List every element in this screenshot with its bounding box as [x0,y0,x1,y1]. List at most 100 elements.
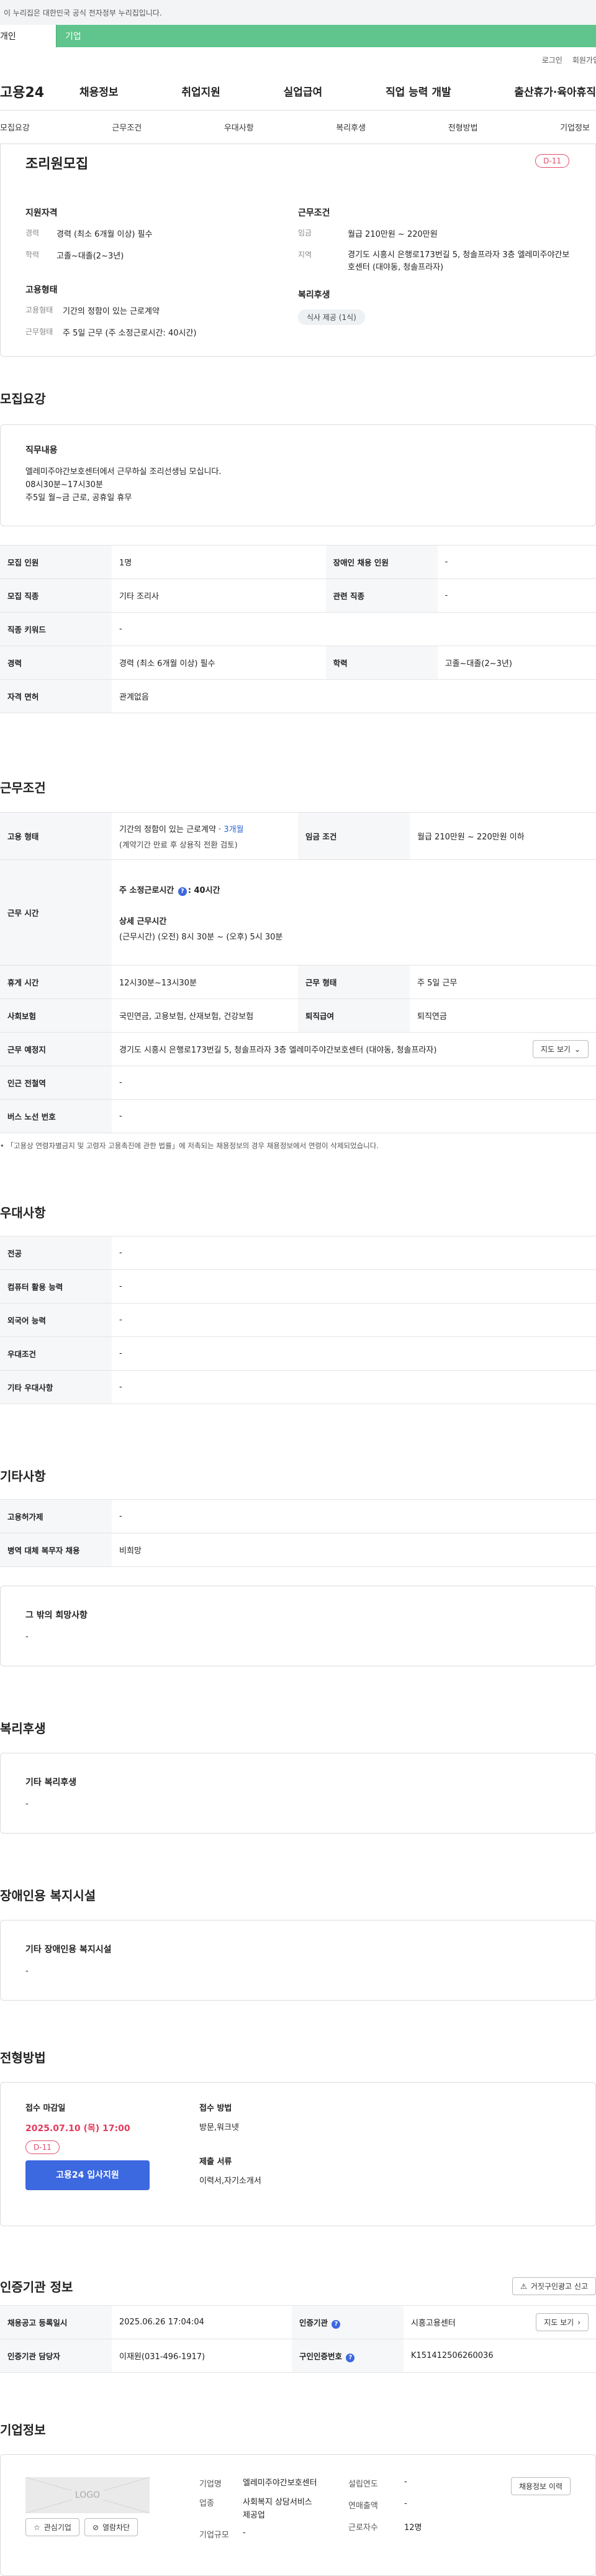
weekly-hours-label: 주 소정근로시간 [119,885,174,895]
cert-map-button[interactable]: 지도 보기 › [536,2313,589,2331]
row-label: 경력 [0,646,112,680]
signup-link[interactable]: 회원가입 [572,55,596,65]
recruit-title: 모집요강 [0,391,46,406]
help-icon[interactable]: ? [346,2353,355,2362]
row-label: 외국어 능력 [0,1303,112,1337]
anchor-process[interactable]: 전형방법 [448,121,478,133]
cond-heading: 근무조건 [298,208,330,218]
gnb-item-jobs[interactable]: 채용정보 [79,83,119,99]
row-value: - [112,1499,596,1533]
process-dday-badge: D-11 [25,2140,60,2154]
row-value: 이재원(031-496-1917) [112,2339,292,2373]
history-button[interactable]: 채용정보 이력 [510,2477,571,2495]
anchor-pref[interactable]: 우대사항 [224,121,254,133]
table-row: 고용허가제 - [0,1499,596,1533]
chevron-right-icon: › [577,2318,580,2327]
fav-company-button[interactable]: ☆ 관심기업 [25,2518,79,2536]
table-row: 버스 노선 번호 - [0,1099,596,1133]
row-value: 1명 [112,545,326,579]
cert-agency-value: 시흥고용센터 [411,2319,456,2328]
chevron-down-icon: ⌄ [574,1044,580,1054]
row-label: 채용공고 등록일시 [0,2305,112,2339]
gnb-item-leave[interactable]: 출산휴가·육아휴직 [514,83,596,99]
welfare-chip: 식사 제공 (1식) [298,309,365,325]
welfare-title: 복리후생 [0,1721,46,1736]
disability-box-heading: 기타 장애인용 복지시설 [25,1945,112,1955]
report-button[interactable]: ⚠ 거짓구인광고 신고 [512,2277,596,2295]
revenue-label: 연매출액 [348,2501,378,2511]
row-label: 우대조건 [0,1336,112,1371]
gnb-item-training[interactable]: 직업 능력 개발 [386,83,451,99]
cond-pay-label: 임금 [298,229,312,237]
age-note-text: 「고용상 연령차별금지 및 고령자 고용촉진에 관한 법률」에 저촉되는 채용정… [6,1141,379,1150]
gnb-item-benefits[interactable]: 실업급여 [284,83,323,99]
table-row: 우대조건 - [0,1336,596,1371]
qual-heading: 지원자격 [25,208,58,218]
revenue-value: - [404,2499,407,2508]
gov-banner-text: 이 누리집은 대한민국 공식 전자정부 누리집입니다. [4,8,162,17]
anchor-welfare[interactable]: 복리후생 [336,121,366,133]
row-label: 인근 전철역 [0,1066,112,1100]
cert-number-label: 구인인증번호 [299,2351,343,2361]
anchor-company[interactable]: 기업정보 [560,121,590,133]
row-value: - [437,545,596,579]
row-label: 인증기관 ? [292,2305,404,2339]
welfare-box-value: - [25,1799,29,1809]
qual-edu-value: 고졸~대졸(2~3년) [56,252,124,261]
qual-edu-label: 학력 [25,250,40,259]
job-desc-heading: 직무내용 [25,445,58,455]
row-label: 장애인 채용 인원 [325,545,438,579]
docs-value: 이력서,자기소개서 [199,2176,261,2186]
row-label: 전공 [0,1236,112,1270]
section-anchor-nav: 모집요강 근무조건 우대사항 복리후생 전형방법 기업정보 [0,111,596,144]
row-label: 근무 시간 [0,859,112,966]
row-value: 월급 210만원 ~ 220만원 이하 [410,812,596,860]
utility-links: 로그인 회원가입 [0,47,596,72]
company-logo: LOGO [25,2477,150,2513]
company-box: LOGO ☆ 관심기업 ⊘ 열람차단 기업명 엘레미주야간보호센터 업종 사회복지 상담… [0,2454,596,2576]
qual-career-label: 경력 [25,229,40,237]
anchor-work[interactable]: 근무조건 [112,121,142,133]
table-row: 근무 예정지 경기도 시흥시 은행로173번길 5, 청솔프라자 3층 엘레미주… [0,1032,596,1066]
row-value: 고졸~대졸(2~3년) [437,646,596,680]
row-label: 퇴직급여 [298,998,410,1033]
job-desc-box: 직무내용 엘레미주야간보호센터에서 근무하실 조리선생님 모십니다. 08시30… [0,424,596,526]
tab-personal[interactable]: 개인 [0,25,56,47]
block-icon: ⊘ [92,2523,99,2532]
row-label: 고용허가제 [0,1499,112,1533]
emp-form-label: 근무형태 [25,327,53,336]
row-value: - [112,1099,596,1133]
anchor-recruit[interactable]: 모집요강 [0,121,30,133]
cert-agency-label: 인증기관 [299,2318,328,2327]
company-size-label: 기업규모 [199,2531,229,2541]
cert-header: 인증기관 정보 ⚠ 거짓구인광고 신고 [0,2277,596,2295]
row-label: 임금 조건 [298,812,410,860]
block-view-label: 열람차단 [102,2523,130,2532]
emp-period: 3개월 [224,824,244,834]
pref-table: 전공 - 컴퓨터 활용 능력 - 외국어 능력 - 우대조건 - 기타 우대사항 - [0,1236,596,1404]
row-label: 모집 직종 [0,578,112,613]
process-title: 전형방법 [0,2050,46,2065]
site-logo[interactable]: 고용24 [0,81,79,101]
help-icon[interactable]: ? [178,887,187,896]
map-button[interactable]: 지도 보기 ⌄ [532,1040,589,1058]
founded-value: - [404,2477,407,2487]
row-value: - [112,1336,596,1371]
help-icon[interactable]: ? [332,2319,341,2329]
process-box: 접수 마감일 2025.07.10 (목) 17:00 D-11 고용24 입사… [0,2082,596,2226]
block-view-button[interactable]: ⊘ 열람차단 [84,2518,138,2536]
login-link[interactable]: 로그인 [542,55,562,65]
cond-region-label: 지역 [298,250,312,259]
apply-button[interactable]: 고용24 입사지원 [25,2160,150,2190]
disability-box: 기타 장애인용 복지시설 - [0,1920,596,2001]
row-value: - [437,578,596,613]
row-label: 직종 키워드 [0,612,112,646]
employees-label: 근로자수 [348,2523,378,2533]
logo-placeholder-text: LOGO [71,2490,104,2500]
tab-company[interactable]: 기업 [56,25,112,47]
gnb-item-support[interactable]: 취업지원 [181,83,220,99]
emp-type-line: 기간의 정함이 있는 근로계약 · 3개월 [119,823,291,834]
detail-hours-value: (근무시간) (오전) 8시 30분 ~ (오후) 5시 30분 [119,932,283,942]
industry-value: 사회복지 상담서비스 제공업 [243,2497,312,2520]
method-label: 접수 방법 [199,2104,232,2113]
